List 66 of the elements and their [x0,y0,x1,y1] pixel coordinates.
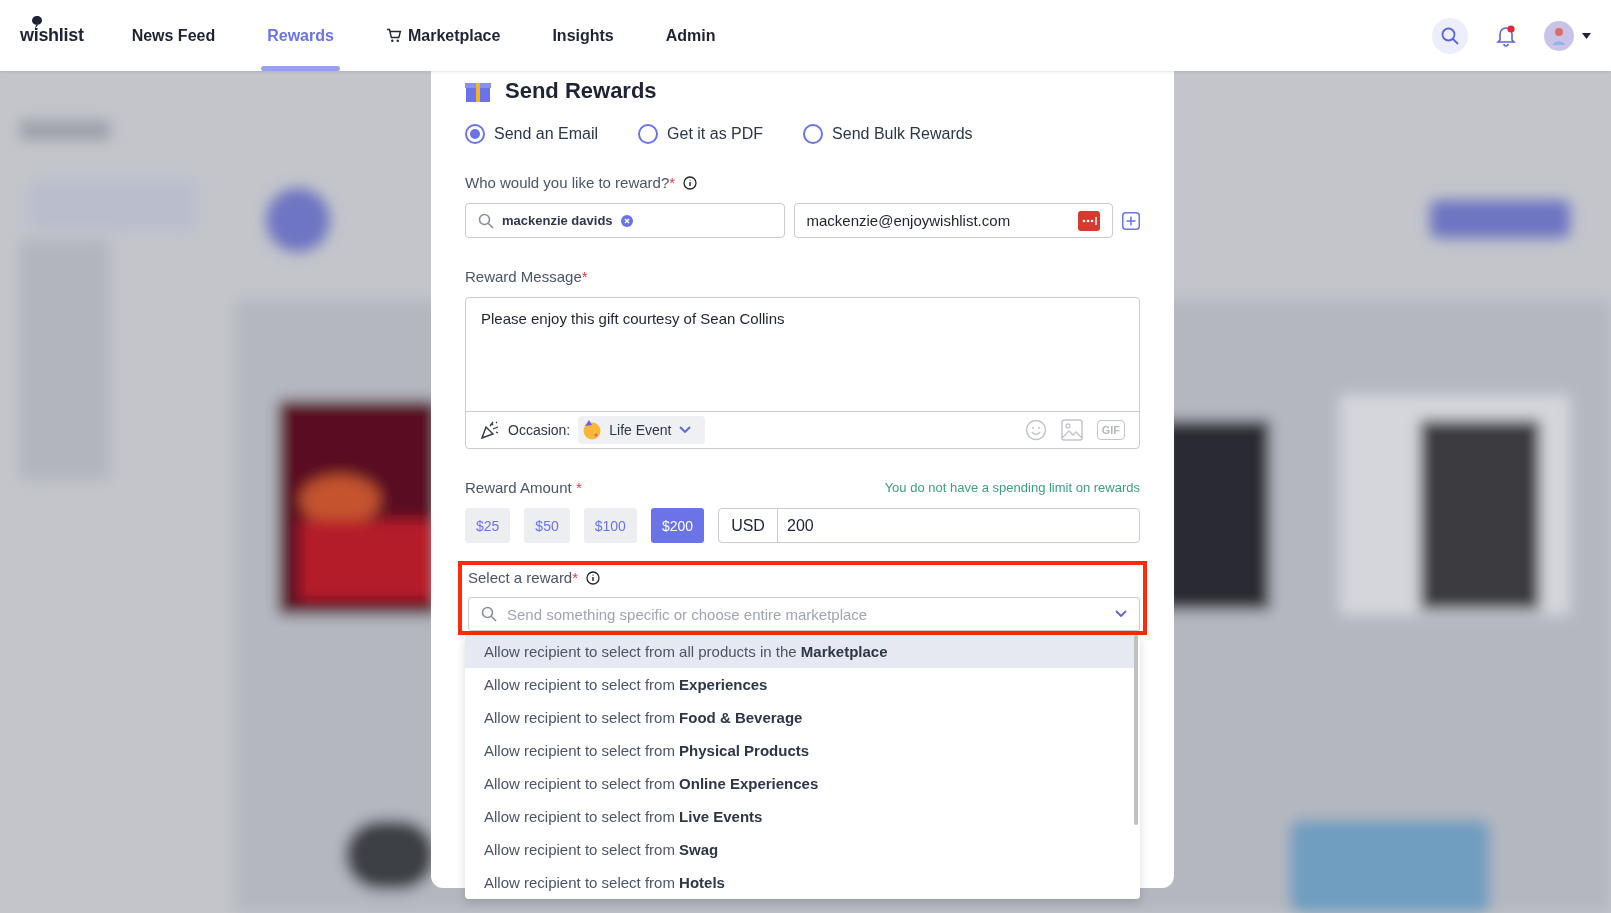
nav-tab[interactable]: Insights [526,0,640,71]
party-popper-icon [480,420,500,440]
field-label: Who would you like to reward?* [465,174,676,191]
dropdown-option[interactable]: Allow recipient to select from Hotels [465,866,1134,899]
amount-preset[interactable]: $50 [524,508,570,543]
option-label: Send an Email [494,125,599,143]
search-icon [481,606,497,622]
email-value: mackenzie@enjoywishlist.com [806,212,1012,229]
required-mark: * [669,174,676,191]
radio-button[interactable] [803,124,824,144]
dropdown-option[interactable]: Allow recipient to select from Online Experiences [465,767,1134,800]
delivery-option[interactable]: Send Bulk Rewards [803,124,973,144]
spending-limit-note: You do not have a spending limit on rewards [884,480,1140,495]
scrollbar[interactable] [1134,635,1138,825]
dropdown-option[interactable]: Allow recipient to select from Experiences [465,668,1134,701]
info-icon [586,570,601,585]
nav-tab[interactable]: News Feed [105,0,242,71]
message-field[interactable]: Please enjoy this gift courtesy of Sean Collins [466,298,1139,411]
occasion-label: Occasion: [508,422,571,438]
option-label: Get it as PDF [667,125,764,143]
nav-tab[interactable]: Rewards [241,0,360,71]
field-label: Reward Amount * [465,479,582,496]
dropdown-option[interactable]: Allow recipient to select from Food & Beverage [465,701,1134,734]
caret-icon [1582,32,1591,39]
chevron-down-icon [678,426,691,434]
nav-tab[interactable]: Admin [639,0,742,71]
logo[interactable]: wishlist [20,25,84,46]
logo-icon [30,15,44,29]
email-field[interactable]: mackenzie@enjoywishlist.com [793,203,1113,238]
radio-button[interactable] [638,124,659,144]
field-label: Select a reward* [468,569,579,586]
reward-select-field[interactable]: Send something specific or choose entire marketplace [468,597,1140,631]
amount-value: 200 [786,515,815,536]
field-label: Reward Message* [465,268,588,285]
chevron-down-icon [1115,610,1127,618]
dropdown-option[interactable]: Allow recipient to select from Live Events [465,800,1134,833]
search-icon [478,212,494,229]
required-mark: * [575,479,582,496]
amount-preset[interactable]: $25 [465,508,511,543]
required-mark: * [581,268,588,285]
search-icon [1441,26,1459,45]
recipient-field[interactable]: mackenzie davids [465,203,785,238]
info-icon [683,175,698,190]
amount-preset[interactable]: $100 [583,508,637,543]
remove-icon[interactable] [620,214,633,227]
dropdown-option[interactable]: Allow recipient to select from all products in the Marketplace [465,635,1134,668]
radio-button[interactable] [465,124,485,144]
delivery-option[interactable]: Get it as PDF [638,124,764,144]
occasion-dropdown[interactable]: Life Event [578,416,705,444]
dropdown-option[interactable]: Allow recipient to select from Physical Products [465,734,1134,767]
required-mark: * [572,569,579,586]
dialog-title: Send Rewards [505,78,657,104]
amount-field[interactable]: USD 200 [718,508,1140,543]
amount-preset[interactable]: $200 [650,508,705,543]
add-icon[interactable] [1122,211,1140,230]
option-label: Send Bulk Rewards [832,125,973,143]
recipient-name: mackenzie davids [502,213,613,228]
profile-menu[interactable] [1544,20,1591,51]
password-manager-icon[interactable] [1078,210,1100,231]
emoji-icon [582,420,603,440]
delivery-option[interactable]: Send an Email [465,124,599,144]
dropdown-option[interactable]: Allow recipient to select from Swag [465,833,1134,866]
cart-icon [385,28,402,43]
currency-label: USD [719,509,779,542]
nav-tab[interactable]: Marketplace [359,0,527,71]
search-button[interactable] [1432,17,1468,54]
